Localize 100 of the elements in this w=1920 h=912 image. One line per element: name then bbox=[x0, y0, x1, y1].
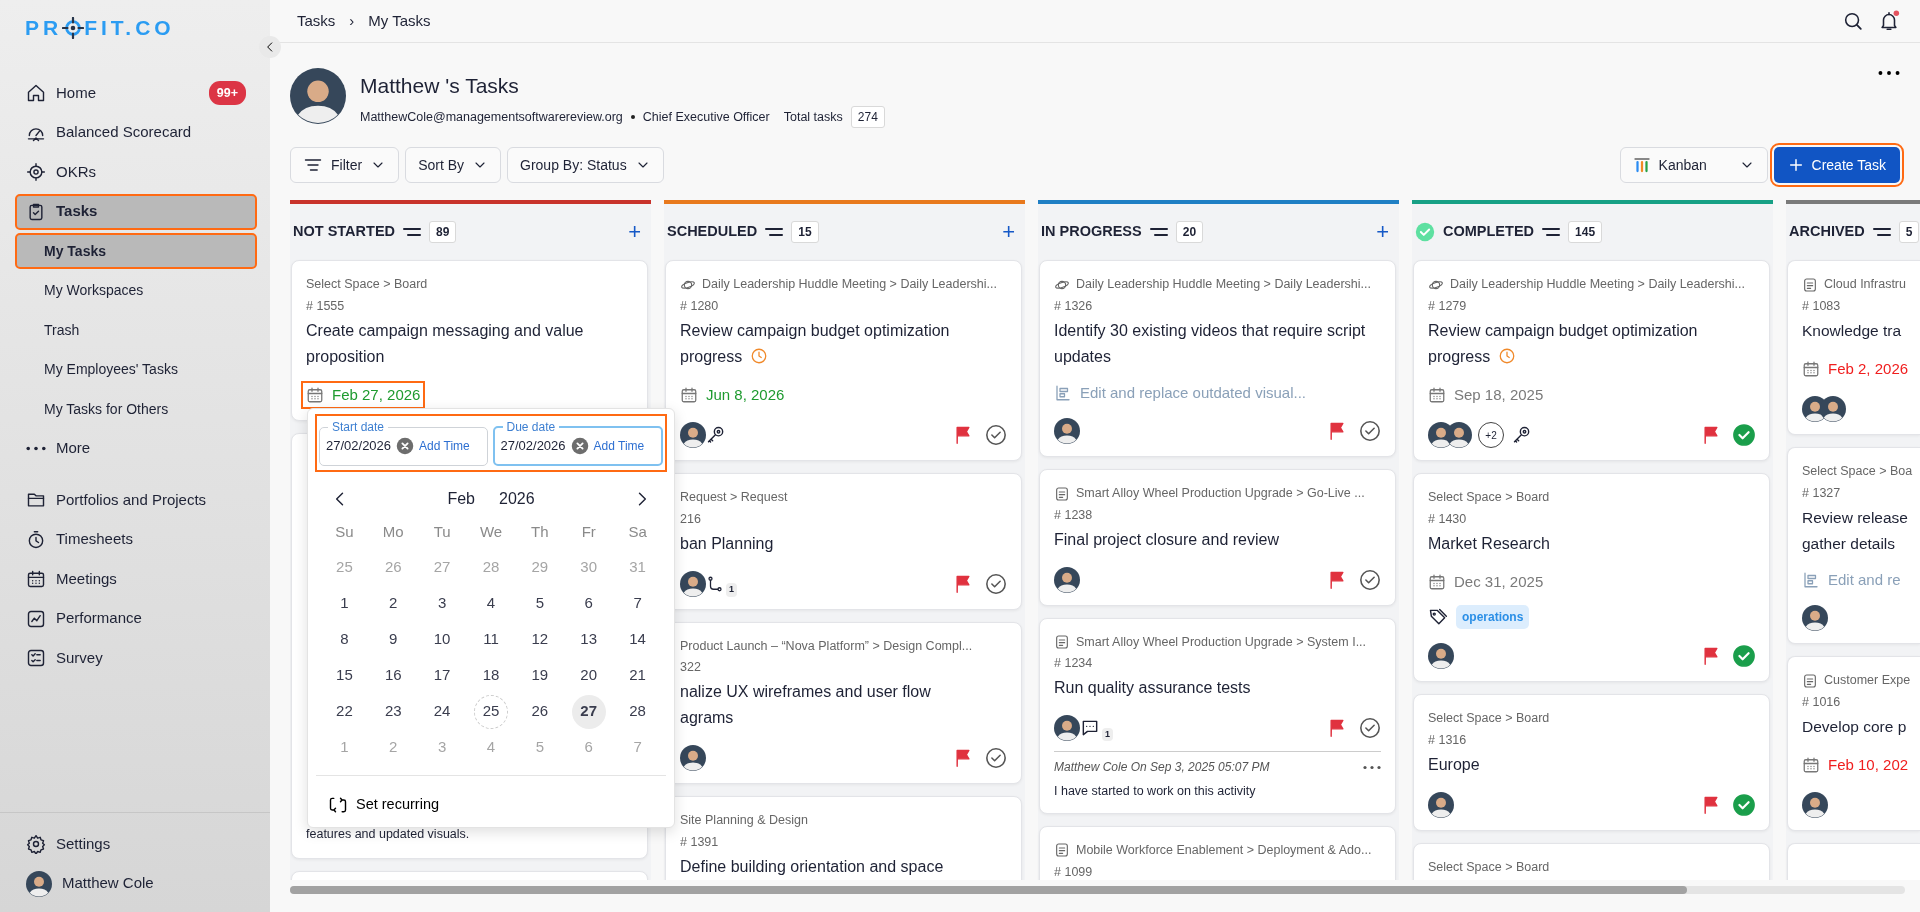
task-number: # 1083 bbox=[1802, 297, 1842, 315]
calendar-day[interactable]: 11 bbox=[474, 622, 508, 657]
calendar-day[interactable]: 10 bbox=[425, 622, 460, 657]
nav-item[interactable]: Timesheets bbox=[16, 522, 256, 557]
nav-item[interactable]: Tasks bbox=[16, 194, 256, 229]
task-title[interactable]: Develop core p bbox=[1802, 713, 1907, 740]
calendar-day[interactable]: 14 bbox=[620, 622, 655, 657]
task-card[interactable]: Select Space > Board # 1555 Create campaign messaging and value proposition Feb 27, 2026 bbox=[291, 260, 648, 422]
dropdown-button[interactable]: Sort By bbox=[405, 147, 502, 184]
task-title[interactable]: nalize UX wireframes and user flow agrams bbox=[680, 679, 1007, 732]
calendar-day[interactable]: 28 bbox=[620, 694, 655, 729]
task-card[interactable]: Smart Alloy Wheel Production Upgrade > System I... # 1234 Run quality assurance tests 1 Matthew Cole On Sep 3, 2025 05:07 PM I have started to work on this activity bbox=[1039, 617, 1396, 814]
task-title[interactable]: Market Research bbox=[1428, 530, 1755, 557]
calendar-day[interactable]: 15 bbox=[327, 658, 362, 693]
calendar-day[interactable]: 27 bbox=[571, 694, 606, 729]
calendar-day[interactable]: 16 bbox=[376, 658, 411, 693]
user-profile[interactable]: Matthew Cole bbox=[16, 866, 256, 901]
add-button[interactable]: + bbox=[1372, 221, 1393, 244]
task-card[interactable]: Select Space > Board # 1430 Market Research Dec 31, 2025 operations bbox=[1413, 473, 1770, 683]
task-title[interactable]: Review campaign budget optimization progress bbox=[680, 317, 1007, 370]
nav-item[interactable]: My Employees' Tasks bbox=[16, 352, 256, 387]
nav-item[interactable]: Home 99+ bbox=[16, 76, 256, 110]
task-title[interactable]: Review release gather details bbox=[1802, 504, 1908, 557]
nav-item[interactable]: Performance bbox=[16, 601, 256, 636]
task-number: # 1280 bbox=[680, 297, 720, 315]
calendar-day[interactable]: 22 bbox=[327, 694, 362, 729]
nav-item[interactable]: Trash bbox=[16, 313, 256, 347]
task-title[interactable]: Identify 30 existing videos that require script updates bbox=[1054, 317, 1381, 370]
task-card[interactable]: Select Space > Boa # 1327 Review release gather details Edit and re bbox=[1787, 447, 1920, 645]
add-time-link[interactable]: Add Time bbox=[419, 436, 470, 455]
nav-item[interactable]: OKRs bbox=[16, 155, 256, 189]
calendar-day[interactable]: 23 bbox=[376, 694, 411, 729]
nav-item[interactable]: Survey bbox=[16, 641, 256, 675]
more-assignees[interactable]: +2 bbox=[1478, 422, 1504, 449]
calendar-day[interactable]: 6 bbox=[571, 586, 606, 621]
calendar-day[interactable]: 1 bbox=[327, 586, 362, 621]
task-card[interactable]: Daily Leadership Huddle Meeting > Daily Leadershi... # 1280 Review campaign budget optimization progress Jun 8, 2026 bbox=[665, 260, 1022, 462]
task-title[interactable]: Final project closure and review bbox=[1054, 526, 1381, 553]
year-label[interactable]: 2026 bbox=[499, 486, 535, 511]
nav-item[interactable]: Portfolios and Projects bbox=[16, 483, 256, 517]
nav-item[interactable]: My Tasks bbox=[16, 234, 256, 268]
task-card[interactable]: Mobile Workforce Enablement > Deployment & Ado... # 1099 bbox=[1039, 825, 1396, 881]
calendar-day[interactable]: 18 bbox=[474, 658, 508, 693]
date-field[interactable]: Start date 27/02/2026 Add Time bbox=[319, 420, 488, 466]
task-card[interactable]: Cloud Infrastru # 1083 Knowledge tra Feb 2, 2026 bbox=[1787, 260, 1920, 436]
calendar-day[interactable]: 7 bbox=[620, 586, 655, 621]
calendar-day[interactable]: 24 bbox=[425, 694, 460, 729]
task-title[interactable]: Run quality assurance tests bbox=[1054, 675, 1381, 702]
calendar-day[interactable]: 5 bbox=[522, 586, 557, 621]
task-card[interactable]: Smart Alloy Wheel Production Upgrade > Go-Live ... # 1238 Final project closure and review bbox=[1039, 469, 1396, 606]
calendar-day[interactable]: 26 bbox=[522, 694, 557, 729]
nav-item[interactable]: Settings bbox=[16, 827, 256, 861]
card-path: Select Space > Boa bbox=[1802, 463, 1913, 481]
date-field[interactable]: Due date 27/02/2026 Add Time bbox=[492, 420, 663, 466]
task-title[interactable]: ban Planning bbox=[680, 530, 1007, 557]
nav-item[interactable]: My Workspaces bbox=[16, 273, 256, 308]
task-card[interactable]: Select Space > Board # 1316 Europe bbox=[1413, 694, 1770, 831]
add-button[interactable]: + bbox=[624, 221, 645, 244]
add-button[interactable]: + bbox=[998, 221, 1019, 244]
month-label[interactable]: Feb bbox=[447, 486, 475, 511]
dropdown-button[interactable]: Group By: Status bbox=[507, 147, 664, 184]
view-dropdown[interactable]: Kanban bbox=[1619, 147, 1768, 184]
calendar-day[interactable]: 8 bbox=[327, 622, 362, 657]
weekday-label: Th bbox=[530, 521, 550, 542]
due-date[interactable]: Dec 31, 2025 bbox=[1454, 570, 1544, 594]
calendar-day[interactable]: 2 bbox=[376, 586, 411, 621]
calendar-day[interactable]: 9 bbox=[376, 622, 411, 657]
due-date[interactable]: Sep 18, 2025 bbox=[1454, 383, 1544, 407]
due-date[interactable]: Feb 27, 2026 bbox=[332, 383, 421, 407]
calendar-day[interactable]: 20 bbox=[571, 658, 606, 693]
nav-item[interactable]: Balanced Scorecard bbox=[16, 115, 256, 150]
nav-item[interactable]: My Tasks for Others bbox=[16, 392, 256, 426]
calendar-day[interactable]: 3 bbox=[425, 586, 460, 621]
dropdown-button[interactable]: Filter bbox=[290, 147, 400, 184]
task-card[interactable]: Daily Leadership Huddle Meeting > Daily Leadershi... # 1326 Identify 30 existing videos that require script updates Edit and replace outdated visual... bbox=[1039, 260, 1396, 458]
due-date[interactable]: Feb 10, 202 bbox=[1828, 753, 1909, 777]
task-card[interactable]: Select Space > Board bbox=[1413, 842, 1770, 881]
task-title[interactable]: Knowledge tra bbox=[1802, 317, 1902, 344]
task-card[interactable]: Daily Leadership Huddle Meeting > Daily Leadershi... # 1279 Review campaign budget optimization progress Sep 18, 2025 +2 bbox=[1413, 260, 1770, 462]
task-title[interactable]: Create campaign messaging and value proposition bbox=[306, 317, 633, 370]
task-card[interactable]: Site Planning & Design # 1391 Define building orientation and space bbox=[665, 796, 1022, 881]
add-time-link[interactable]: Add Time bbox=[593, 436, 645, 455]
nav-item[interactable]: More bbox=[16, 431, 256, 466]
card-path: Select Space > Board bbox=[1428, 710, 1550, 728]
task-title[interactable]: Define building orientation and space bbox=[680, 853, 1007, 880]
calendar-day[interactable]: 17 bbox=[425, 658, 460, 693]
calendar-day[interactable]: 19 bbox=[522, 658, 557, 693]
calendar-day[interactable]: 21 bbox=[620, 658, 655, 693]
calendar-day[interactable]: 12 bbox=[522, 622, 557, 657]
calendar-day[interactable]: 13 bbox=[571, 622, 606, 657]
task-card[interactable]: Customer Expe # 1016 Develop core p Feb 10, 202 bbox=[1787, 656, 1920, 832]
task-title[interactable]: Europe bbox=[1428, 751, 1755, 778]
task-title[interactable]: Review campaign budget optimization progress bbox=[1428, 317, 1755, 370]
due-date[interactable]: Jun 8, 2026 bbox=[706, 383, 785, 407]
nav-item[interactable]: Meetings bbox=[16, 562, 256, 596]
card-path: Daily Leadership Huddle Meeting > Daily Leadershi... bbox=[1076, 276, 1371, 294]
calendar-day[interactable]: 4 bbox=[474, 586, 508, 621]
due-date[interactable]: Feb 2, 2026 bbox=[1828, 357, 1909, 381]
breadcrumb-link[interactable]: My Tasks bbox=[368, 9, 431, 33]
breadcrumb-link[interactable]: Tasks bbox=[297, 9, 336, 33]
